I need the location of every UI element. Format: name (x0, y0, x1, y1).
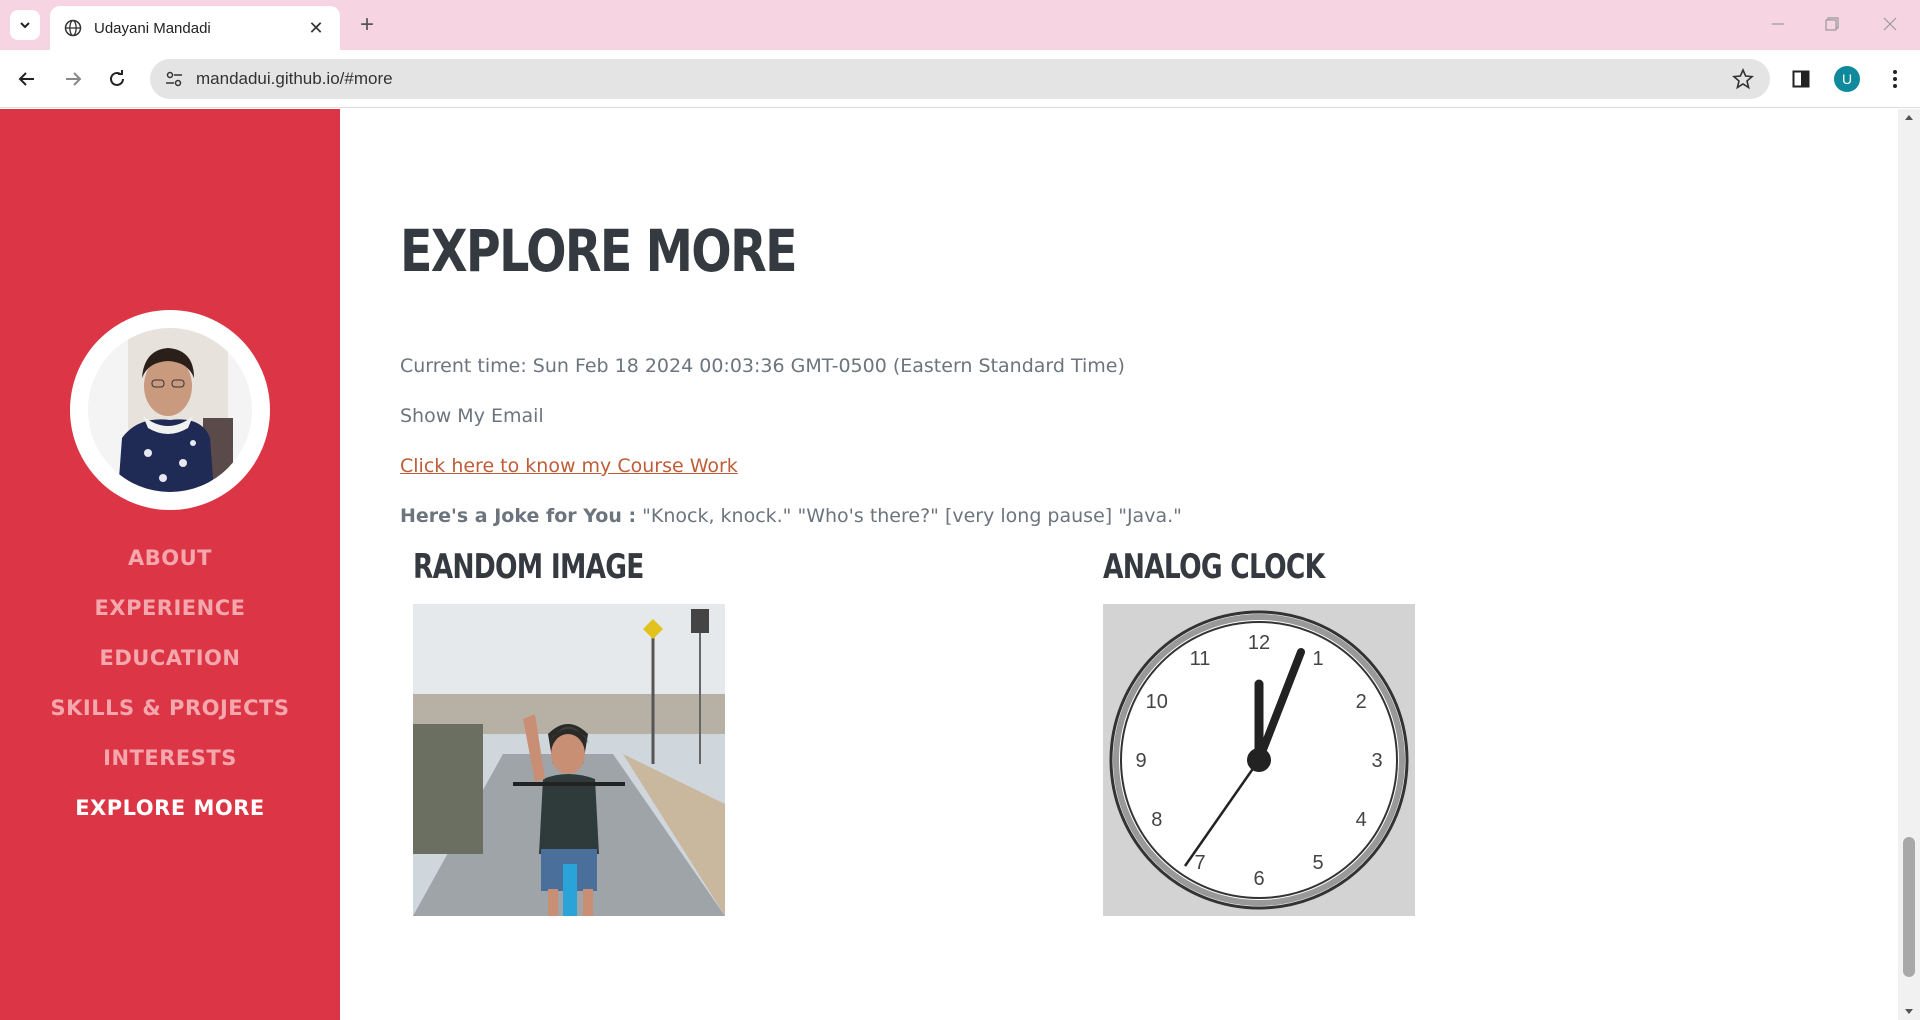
analog-clock: 12 1 2 3 4 5 6 7 8 9 10 11 (1103, 604, 1415, 916)
browser-tab[interactable]: Udayani Mandadi ✕ (50, 6, 340, 50)
reload-button[interactable] (102, 64, 132, 94)
browser-toolbar: mandadui.github.io/#more (0, 50, 1920, 108)
sidebar-item-explore-more[interactable]: EXPLORE MORE (0, 783, 340, 833)
page-scrollbar[interactable] (1898, 109, 1920, 1020)
more-vertical-icon (1893, 70, 1897, 88)
minimize-icon[interactable] (1766, 12, 1790, 36)
sidebar-item-skills-projects[interactable]: SKILLS & PROJECTS (0, 683, 340, 733)
sidebar: ABOUT EXPERIENCE EDUCATION SKILLS & PROJ… (0, 109, 340, 1020)
clock-numeral: 5 (1312, 852, 1323, 874)
clock-numeral: 7 (1194, 852, 1205, 874)
clock-numeral: 1 (1312, 648, 1323, 670)
page-title: EXPLORE MORE (400, 217, 798, 285)
globe-icon (64, 19, 82, 37)
scroll-up-icon[interactable] (1904, 113, 1914, 121)
course-work-link[interactable]: Click here to know my Course Work (400, 455, 738, 477)
joke-line: Here's a Joke for You : "Knock, knock." … (400, 505, 1182, 527)
clock-numeral: 12 (1248, 632, 1270, 654)
bookmark-star-icon[interactable] (1732, 68, 1754, 90)
current-time-text: Current time: Sun Feb 18 2024 00:03:36 G… (400, 355, 1125, 377)
close-window-icon[interactable] (1878, 12, 1902, 36)
url-text: mandadui.github.io/#more (196, 69, 393, 88)
sidebar-item-education[interactable]: EDUCATION (0, 633, 340, 683)
sidebar-item-experience[interactable]: EXPERIENCE (0, 583, 340, 633)
scroll-thumb[interactable] (1903, 837, 1915, 977)
forward-button[interactable] (58, 64, 88, 94)
profile-photo (70, 310, 270, 510)
tab-bar: Udayani Mandadi ✕ + (0, 0, 1920, 50)
scroll-down-icon[interactable] (1904, 1008, 1914, 1016)
address-bar[interactable]: mandadui.github.io/#more (150, 59, 1770, 99)
side-panel-icon (1792, 70, 1810, 88)
course-work-link-line: Click here to know my Course Work (400, 455, 738, 477)
clock-numeral: 6 (1253, 868, 1264, 890)
clock-numeral: 9 (1135, 750, 1146, 772)
clock-numeral: 11 (1190, 648, 1211, 670)
side-panel-button[interactable] (1786, 64, 1816, 94)
random-image (413, 604, 725, 916)
restore-icon[interactable] (1820, 12, 1844, 36)
clock-numeral: 10 (1146, 691, 1168, 713)
forward-arrow-icon (66, 72, 82, 86)
reload-icon (110, 70, 124, 86)
menu-button[interactable] (1880, 64, 1910, 94)
clock-numeral: 4 (1356, 809, 1367, 831)
show-email-button[interactable]: Show My Email (400, 405, 544, 427)
sidebar-nav: ABOUT EXPERIENCE EDUCATION SKILLS & PROJ… (0, 533, 340, 833)
back-button[interactable] (12, 64, 42, 94)
tab-title: Udayani Mandadi (94, 19, 211, 37)
clock-numeral: 3 (1371, 750, 1382, 772)
tab-close-icon[interactable]: ✕ (306, 18, 326, 39)
analog-clock-heading: ANALOG CLOCK (1103, 547, 1325, 587)
site-settings-icon[interactable] (164, 69, 184, 89)
profile-avatar[interactable]: U (1834, 66, 1860, 92)
sidebar-item-interests[interactable]: INTERESTS (0, 733, 340, 783)
clock-numeral: 2 (1356, 691, 1367, 713)
joke-label: Here's a Joke for You : (400, 505, 637, 527)
chevron-down-icon (20, 22, 30, 29)
new-tab-button[interactable]: + (352, 10, 382, 40)
main-content: EXPLORE MORE Current time: Sun Feb 18 20… (340, 109, 1898, 1020)
joke-text: "Knock, knock." "Who's there?" [very lon… (636, 505, 1182, 527)
sidebar-item-about[interactable]: ABOUT (0, 533, 340, 583)
clock-numeral: 8 (1151, 809, 1162, 831)
random-image-heading: RANDOM IMAGE (413, 547, 644, 587)
back-arrow-icon (18, 72, 34, 86)
tab-search-button[interactable] (10, 10, 40, 40)
